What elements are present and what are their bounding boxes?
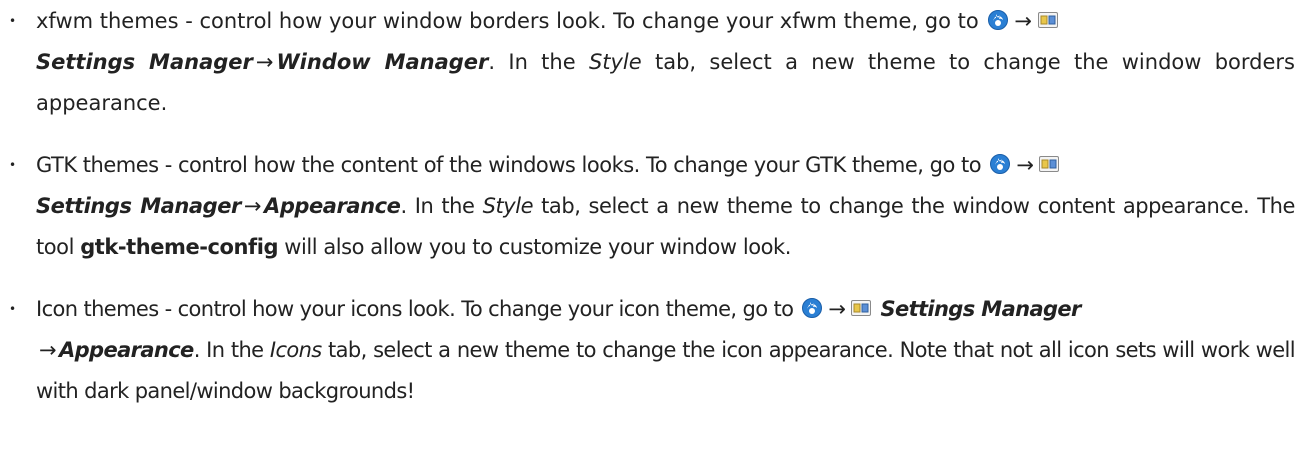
tab-name-style: Style xyxy=(482,194,534,218)
item-tail-text: will also allow you to customize your wi… xyxy=(284,235,791,259)
bullet: • xyxy=(9,302,16,316)
bullet: • xyxy=(9,158,16,172)
menu-path-appearance: Appearance xyxy=(264,194,401,218)
list-item-gtk-themes: • GTK themes - control how the content of… xyxy=(9,145,1295,268)
settings-manager-icon xyxy=(1038,153,1060,175)
settings-manager-icon xyxy=(850,297,872,319)
list-item-icon-themes: • Icon themes - control how your icons lo… xyxy=(9,289,1296,412)
xfce-menu-icon xyxy=(987,9,1009,31)
tab-name-style: Style xyxy=(588,50,642,74)
list-item-xfwm-themes: • xfwm themes - control how your window b… xyxy=(9,1,1295,124)
item-text: . In the xyxy=(488,50,576,74)
settings-manager-icon xyxy=(1037,9,1059,31)
menu-arrow: → xyxy=(828,297,846,321)
xfce-menu-icon xyxy=(989,153,1011,175)
menu-arrow: → xyxy=(1016,153,1034,177)
item-lead-text: GTK themes - control how the content of … xyxy=(36,153,982,177)
menu-path-settings-manager: Settings Manager xyxy=(36,50,253,74)
menu-path-settings-manager: Settings Manager xyxy=(36,194,241,218)
item-lead-text: Icon themes - control how your icons loo… xyxy=(36,297,794,321)
tool-name-gtk-theme-config: gtk-theme-config xyxy=(80,235,279,259)
menu-arrow: → xyxy=(243,194,262,218)
xfce-menu-icon xyxy=(801,297,823,319)
menu-arrow: → xyxy=(1014,9,1032,33)
menu-path-window-manager: Window Manager xyxy=(276,50,489,74)
theme-types-list: • xfwm themes - control how your window b… xyxy=(0,1,1313,412)
menu-path-settings-manager: Settings Manager xyxy=(880,297,1081,321)
bullet: • xyxy=(9,14,17,28)
item-text: . In the xyxy=(193,338,264,362)
item-lead-text: xfwm themes - control how your window bo… xyxy=(36,9,979,33)
menu-path-appearance: Appearance xyxy=(58,338,194,362)
tab-name-icons: Icons xyxy=(269,338,322,362)
item-text: . In the xyxy=(400,194,475,218)
menu-arrow: → xyxy=(39,338,57,362)
menu-arrow: → xyxy=(255,50,274,74)
